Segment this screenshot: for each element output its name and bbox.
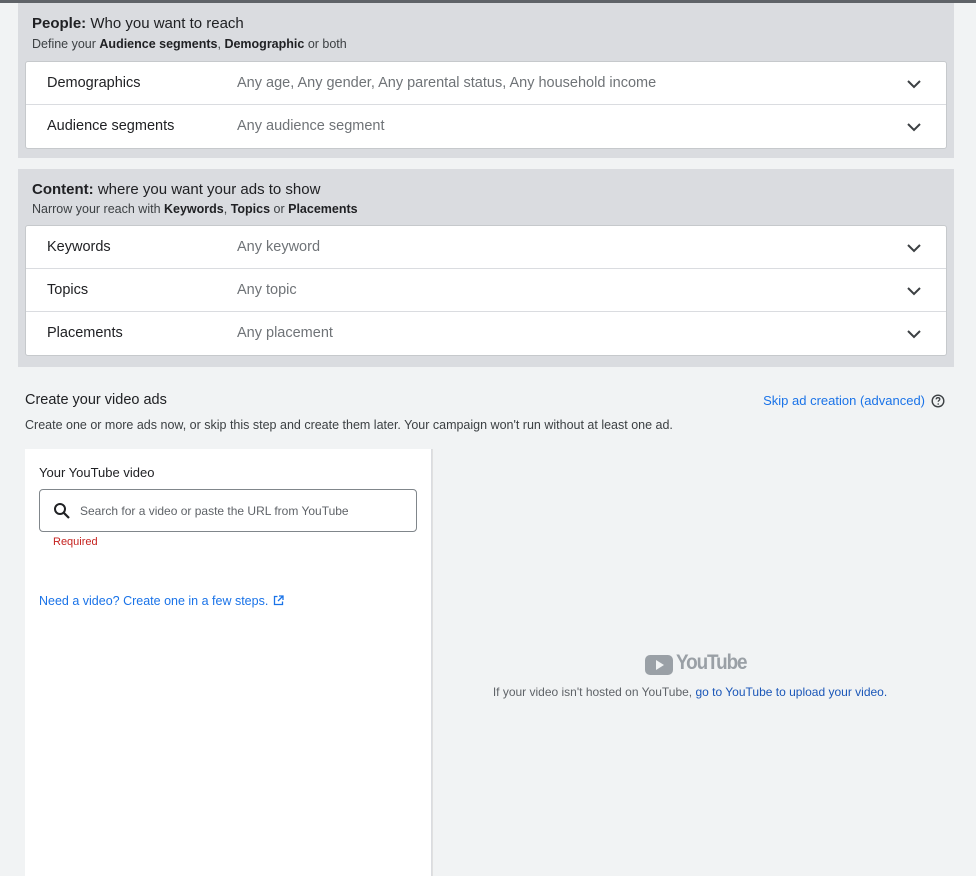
- content-sub-placements: Placements: [288, 202, 358, 216]
- chevron-down-icon[interactable]: [906, 326, 922, 342]
- video-input-panel: Your YouTube video Required Need a video…: [25, 449, 432, 876]
- row-label: Demographics: [47, 75, 141, 91]
- people-sub-suffix: or both: [304, 37, 347, 51]
- people-title-bold: People:: [32, 15, 87, 32]
- content-sub-prefix: Narrow your reach with: [32, 202, 164, 216]
- content-sub-topics: Topics: [230, 202, 271, 216]
- youtube-logo: YouTube: [645, 651, 748, 676]
- chevron-down-icon[interactable]: [906, 240, 922, 256]
- youtube-hosting-note: If your video isn't hosted on YouTube, g…: [433, 685, 947, 699]
- required-error-text: Required: [53, 536, 98, 548]
- content-sub-or: or: [270, 202, 289, 216]
- chevron-down-icon[interactable]: [906, 283, 922, 299]
- people-section: People: Who you want to reach Define you…: [18, 3, 954, 158]
- placements-row[interactable]: Placements Any placement: [26, 312, 946, 355]
- chevron-down-icon[interactable]: [906, 76, 922, 92]
- topics-row[interactable]: Topics Any topic: [26, 269, 946, 312]
- row-value: Any placement: [237, 325, 333, 341]
- row-label: Placements: [47, 325, 123, 341]
- row-label: Keywords: [47, 239, 111, 255]
- content-sub-keywords: Keywords: [164, 202, 224, 216]
- content-title-rest: where you want your ads to show: [93, 181, 321, 198]
- chevron-down-icon[interactable]: [906, 119, 922, 135]
- search-icon: [54, 503, 70, 519]
- people-title: People: Who you want to reach: [32, 15, 244, 32]
- video-search-input[interactable]: [78, 500, 408, 522]
- row-value: Any audience segment: [237, 118, 385, 134]
- people-subtitle: Define your Audience segments, Demograph…: [32, 37, 347, 51]
- content-sub-sep: ,: [223, 202, 231, 216]
- create-video-ads-subtitle: Create one or more ads now, or skip this…: [25, 418, 673, 432]
- content-subtitle: Narrow your reach with Keywords, Topics …: [32, 202, 358, 216]
- content-section: Content: where you want your ads to show…: [18, 169, 954, 367]
- need-video-link[interactable]: Need a video? Create one in a few steps.: [39, 594, 284, 608]
- video-preview-panel: YouTube If your video isn't hosted on Yo…: [432, 449, 946, 876]
- people-sub-prefix: Define your: [32, 37, 100, 51]
- create-video-ads-title: Create your video ads: [25, 392, 167, 408]
- row-value: Any keyword: [237, 239, 321, 255]
- youtube-video-label: Your YouTube video: [39, 465, 155, 480]
- people-sub-demographic: Demographic: [224, 37, 305, 51]
- upload-to-youtube-link[interactable]: go to YouTube to upload your video.: [695, 685, 887, 699]
- youtube-play-icon: [645, 655, 673, 675]
- help-circle-icon[interactable]: [931, 394, 945, 408]
- content-card: Keywords Any keyword Topics Any topic Pl…: [25, 225, 947, 356]
- row-value: Any age, Any gender, Any parental status…: [237, 75, 657, 91]
- demographics-row[interactable]: Demographics Any age, Any gender, Any pa…: [26, 62, 946, 105]
- people-sub-audience: Audience segments: [99, 37, 218, 51]
- video-search-box[interactable]: [39, 489, 417, 532]
- people-card: Demographics Any age, Any gender, Any pa…: [25, 61, 947, 149]
- need-video-link-text[interactable]: Need a video? Create one in a few steps.: [39, 594, 268, 608]
- row-value: Any topic: [237, 282, 297, 298]
- keywords-row[interactable]: Keywords Any keyword: [26, 226, 946, 269]
- youtube-note-text: If your video isn't hosted on YouTube,: [492, 685, 696, 699]
- youtube-logo-text: YouTube: [676, 651, 748, 674]
- row-label: Audience segments: [47, 118, 175, 134]
- skip-ad-creation-link[interactable]: Skip ad creation (advanced): [763, 393, 925, 408]
- external-link-icon[interactable]: [273, 595, 284, 606]
- content-title: Content: where you want your ads to show: [32, 181, 320, 198]
- row-label: Topics: [47, 282, 89, 298]
- content-title-bold: Content:: [32, 181, 94, 198]
- audience-segments-row[interactable]: Audience segments Any audience segment: [26, 105, 946, 148]
- people-title-rest: Who you want to reach: [86, 15, 244, 32]
